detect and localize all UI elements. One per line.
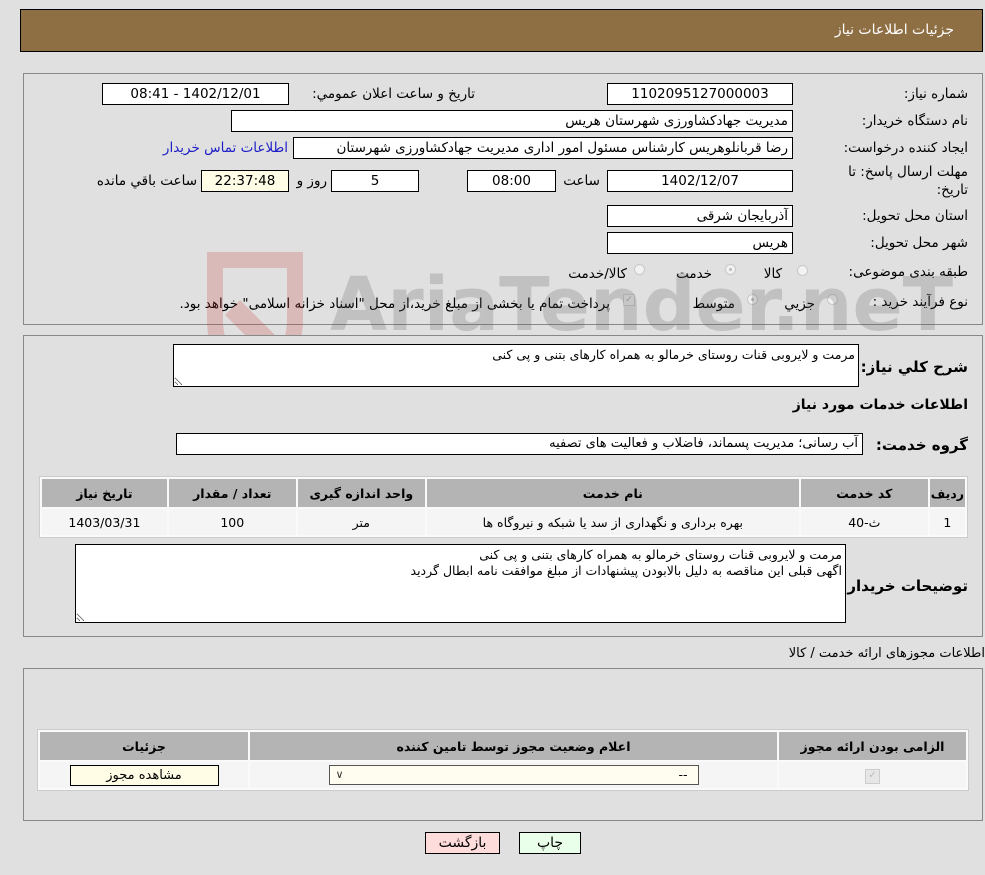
category-radio-goods[interactable]: [797, 265, 808, 276]
col-permit-status: اعلام وضعیت مجوز توسط تامین کننده: [250, 732, 777, 760]
buyer-notes-label: توضیحات خریدار:: [841, 577, 968, 595]
deadline-time-label: ساعت: [563, 173, 600, 189]
buyer-notes-textarea[interactable]: مرمت و لایروبی قنات روستای خرمالو به همر…: [75, 544, 846, 623]
announce-label: تاریخ و ساعت اعلان عمومي:: [312, 86, 475, 102]
cell-unit: متر: [297, 509, 425, 535]
services-heading: اطلاعات خدمات مورد نیاز: [792, 397, 968, 413]
col-permit-required: الزامی بودن ارائه مجوز: [779, 732, 966, 760]
summary-label: شرح کلي نیاز:: [860, 358, 968, 376]
city-label: شهر محل تحویل:: [870, 235, 968, 251]
buyer-org-field: مدیریت جهادکشاورزی شهرستان هریس: [231, 110, 793, 132]
category-label: طبقه بندی موضوعی:: [848, 264, 968, 280]
treasury-checkbox[interactable]: ✓: [623, 294, 635, 306]
permits-table-header: الزامی بودن ارائه مجوز اعلام وضعیت مجوز …: [40, 732, 966, 760]
permit-status-value: --: [678, 767, 688, 782]
category-option-goods: کالا: [763, 266, 782, 282]
need-number-field: 1102095127000003: [607, 83, 793, 105]
view-permit-button[interactable]: مشاهده مجوز: [69, 764, 219, 786]
days-remaining-field: 5: [331, 170, 419, 192]
print-button[interactable]: چاپ: [519, 832, 581, 854]
province-label: استان محل تحویل:: [862, 208, 968, 224]
back-button[interactable]: بازگشت: [425, 832, 500, 854]
col-permit-details: جزئیات: [40, 732, 248, 760]
permit-status-select[interactable]: -- ∨: [328, 765, 699, 785]
province-field: آذربایجان شرقی: [607, 205, 793, 227]
permits-table: الزامی بودن ارائه مجوز اعلام وضعیت مجوز …: [37, 729, 969, 791]
city-field: هریس: [607, 232, 793, 254]
summary-textarea[interactable]: مرمت و لایروبی قنات روستای خرمالو به همر…: [173, 344, 859, 387]
chevron-down-icon: ∨: [335, 768, 344, 781]
remaining-time-field: 22:37:48: [201, 170, 289, 192]
service-group-label: گروه خدمت:: [875, 436, 968, 454]
process-option-minor: جزيي: [784, 296, 815, 312]
creator-label: ایجاد کننده درخواست:: [843, 140, 968, 156]
category-radio-service[interactable]: [725, 264, 736, 275]
process-radio-medium[interactable]: [747, 294, 758, 305]
remaining-label: ساعت باقي مانده: [96, 173, 197, 189]
permits-section-title: اطلاعات مجوزهای ارائه خدمت / کالا: [788, 646, 985, 661]
cell-service-name: بهره برداری و نگهداری از سد یا شبکه و نی…: [426, 509, 799, 535]
process-radio-minor[interactable]: [827, 294, 838, 305]
permit-required-checkbox[interactable]: ✓: [865, 769, 880, 784]
col-quantity: تعداد / مقدار: [168, 479, 296, 507]
table-row: 1 ث-40 بهره برداری و نگهداری از سد یا شب…: [42, 509, 965, 535]
deadline-date-field: 1402/12/07: [607, 170, 793, 192]
page-title: جزئیات اطلاعات نیاز: [834, 22, 954, 38]
process-label: نوع فرآیند خرید :: [872, 294, 968, 310]
buyer-org-label: نام دستگاه خریدار:: [861, 113, 968, 129]
col-unit: واحد اندازه گیری: [297, 479, 425, 507]
cell-need-date: 1403/03/31: [42, 509, 167, 535]
need-number-label: شماره نیاز:: [903, 86, 968, 102]
days-label: روز و: [296, 173, 327, 189]
cell-quantity: 100: [168, 509, 296, 535]
category-radio-goods-service[interactable]: [634, 264, 645, 275]
service-group-field: آب رسانی؛ مدیریت پسماند، فاضلاب و فعالیت…: [176, 433, 863, 455]
deadline-label: مهلت ارسال پاسخ: تا تاریخ:: [848, 164, 968, 198]
category-option-service: خدمت: [676, 266, 712, 282]
col-row: ردیف: [929, 479, 965, 507]
announce-datetime-field: 1402/12/01 - 08:41: [102, 83, 289, 105]
services-table-header: ردیف کد خدمت نام خدمت واحد اندازه گیری ت…: [42, 479, 965, 507]
process-option-medium: متوسط: [692, 296, 735, 312]
cell-service-code: ث-40: [800, 509, 928, 535]
col-service-code: کد خدمت: [800, 479, 928, 507]
col-need-date: تاریخ نیاز: [42, 479, 167, 507]
buyer-contact-link[interactable]: اطلاعات تماس خریدار: [163, 140, 288, 156]
services-table: ردیف کد خدمت نام خدمت واحد اندازه گیری ت…: [39, 476, 968, 538]
table-row: ✓ -- ∨ مشاهده مجوز: [40, 762, 966, 788]
page-header: جزئیات اطلاعات نیاز: [20, 9, 983, 52]
deadline-time-field: 08:00: [467, 170, 556, 192]
category-option-goods-service: کالا/خدمت: [568, 266, 627, 282]
cell-row: 1: [929, 509, 965, 535]
creator-field: رضا قربانلوهریس کارشناس مسئول امور اداری…: [293, 137, 793, 159]
col-service-name: نام خدمت: [426, 479, 799, 507]
treasury-note: پرداخت تمام یا بخشی از مبلغ خرید،از محل …: [179, 296, 610, 312]
